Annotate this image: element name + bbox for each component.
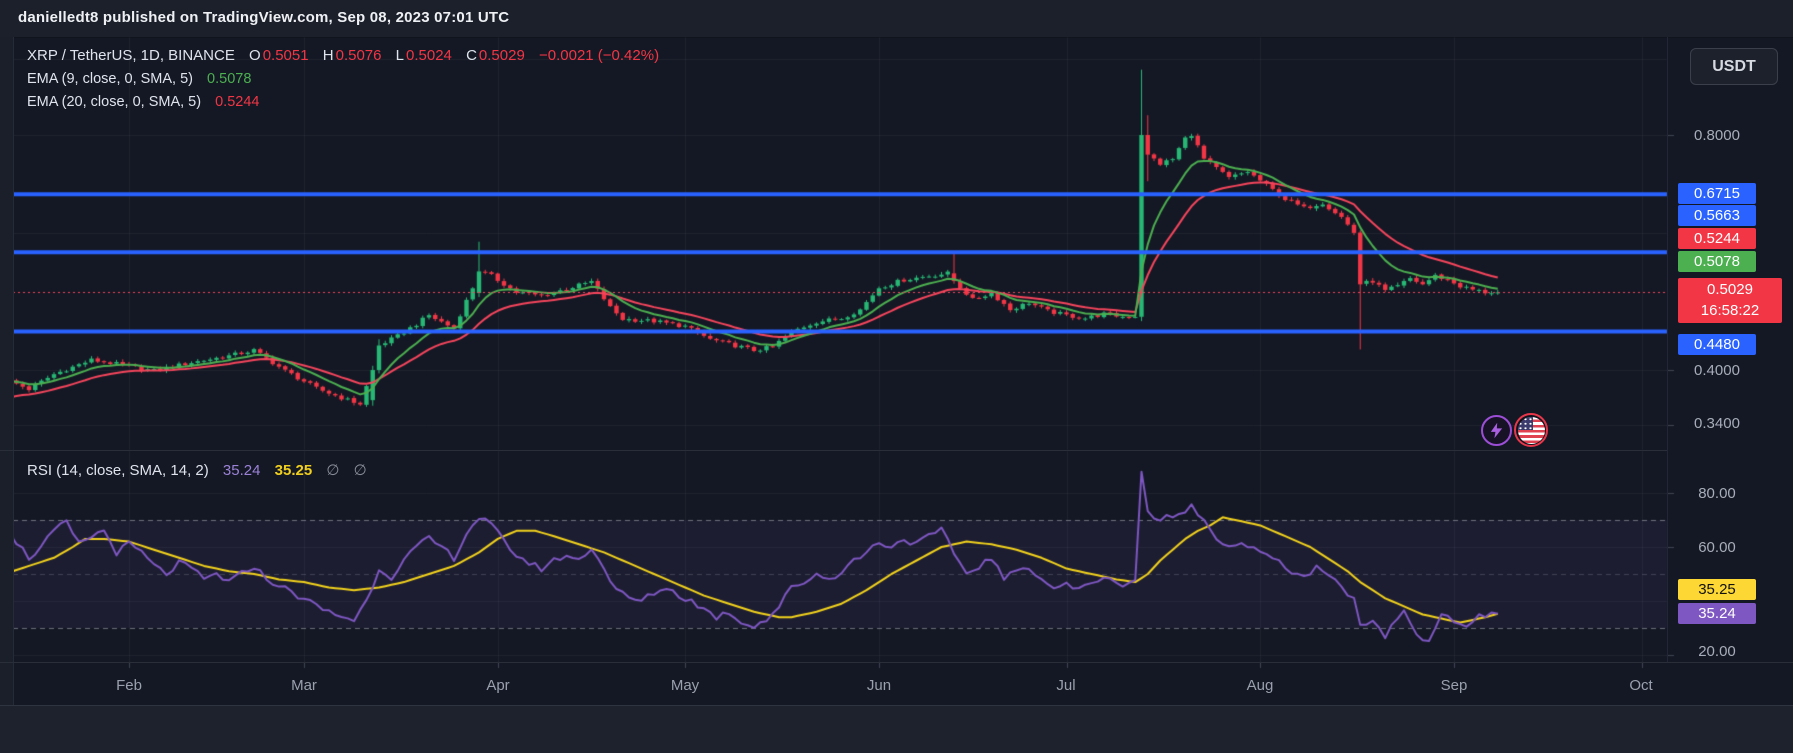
rsi-empty-2: ∅ xyxy=(353,462,367,479)
ema20-label: EMA (20, close, 0, SMA, 5) xyxy=(27,94,202,110)
price-chart-canvas[interactable] xyxy=(0,36,1680,705)
month-label-may: May xyxy=(670,677,700,694)
ohlc-close-value: 0.5029 xyxy=(478,47,525,64)
price-tick-0400: 0.4000 xyxy=(1694,362,1740,379)
ema9-label: EMA (9, close, 0, SMA, 5) xyxy=(27,71,193,87)
month-label-jun: Jun xyxy=(866,677,892,694)
rsi-legend-row[interactable]: RSI (14, close, SMA, 14, 2) 35.24 35.25 … xyxy=(27,461,367,479)
level-label-5663: 0.5663 xyxy=(1678,205,1756,226)
ohlc-close-label: C xyxy=(466,47,477,64)
rsi-ma-value: 35.25 xyxy=(274,462,313,479)
rsi-value-label: 35.24 xyxy=(1678,603,1756,624)
level-label-4480: 0.4480 xyxy=(1678,334,1756,355)
symbol-legend-row[interactable]: XRP / TetherUS, 1D, BINANCE O 0.5051 H 0.5… xyxy=(27,47,659,64)
month-label-aug: Aug xyxy=(1246,677,1274,694)
month-label-oct: Oct xyxy=(1629,677,1653,694)
rsi-tick-60: 60.00 xyxy=(1698,539,1736,556)
attribution-text: danielledt8 published on TradingView.com… xyxy=(18,9,510,26)
countdown-timer: 16:58:22 xyxy=(1700,302,1760,319)
pane-separator[interactable] xyxy=(0,450,1667,451)
ohlc-high-label: H xyxy=(322,47,334,64)
price-axis-separator xyxy=(1667,37,1668,662)
pane-left-margin xyxy=(0,37,14,705)
time-axis-separator xyxy=(0,662,1793,663)
tradingview-snapshot: danielledt8 published on TradingView.com… xyxy=(0,0,1793,753)
ema9-price-label: 0.5078 xyxy=(1678,251,1756,272)
symbol-title: XRP / TetherUS, 1D, BINANCE xyxy=(27,47,235,64)
month-label-jul: Jul xyxy=(1056,677,1076,694)
lightning-icon xyxy=(1490,422,1503,439)
lightning-badge[interactable] xyxy=(1481,415,1512,446)
change-value: −0.0021 (−0.42%) xyxy=(538,47,660,64)
rsi-ma-label: 35.25 xyxy=(1678,579,1756,600)
month-label-mar: Mar xyxy=(291,677,317,694)
month-label-feb: Feb xyxy=(116,677,142,694)
attribution-bar: danielledt8 published on TradingView.com… xyxy=(0,0,1793,38)
level-label-6715: 0.6715 xyxy=(1678,183,1756,204)
footer-bar: TradingView xyxy=(0,705,1793,753)
ohlc-low-value: 0.5024 xyxy=(406,47,452,64)
month-label-sep: Sep xyxy=(1440,677,1468,694)
flag-badge[interactable] xyxy=(1514,413,1548,447)
price-tick-0340: 0.3400 xyxy=(1694,415,1740,432)
us-flag-icon xyxy=(1517,416,1545,444)
ohlc-open-label: O xyxy=(249,47,261,64)
ohlc-high-value: 0.5076 xyxy=(335,47,382,64)
ohlc-open-value: 0.5051 xyxy=(262,47,309,64)
ema9-legend-row[interactable]: EMA (9, close, 0, SMA, 5) 0.5078 xyxy=(27,71,251,87)
price-tick-0800: 0.8000 xyxy=(1694,127,1740,144)
month-label-apr: Apr xyxy=(486,677,510,694)
rsi-empty-1: ∅ xyxy=(326,462,340,479)
ema20-price-label: 0.5244 xyxy=(1678,228,1756,249)
rsi-label: RSI (14, close, SMA, 14, 2) xyxy=(27,462,209,479)
ema9-value: 0.5078 xyxy=(207,71,252,87)
rsi-value: 35.24 xyxy=(222,462,261,479)
ohlc-low-label: L xyxy=(395,47,405,64)
quote-currency-button[interactable]: USDT xyxy=(1690,48,1778,85)
ema20-value: 0.5244 xyxy=(215,94,260,110)
last-price-label: 0.5029 16:58:22 xyxy=(1678,278,1782,323)
rsi-tick-80: 80.00 xyxy=(1698,485,1736,502)
rsi-tick-20: 20.00 xyxy=(1698,643,1736,660)
ema20-legend-row[interactable]: EMA (20, close, 0, SMA, 5) 0.5244 xyxy=(27,94,259,110)
last-price-value: 0.5029 xyxy=(1707,281,1753,298)
